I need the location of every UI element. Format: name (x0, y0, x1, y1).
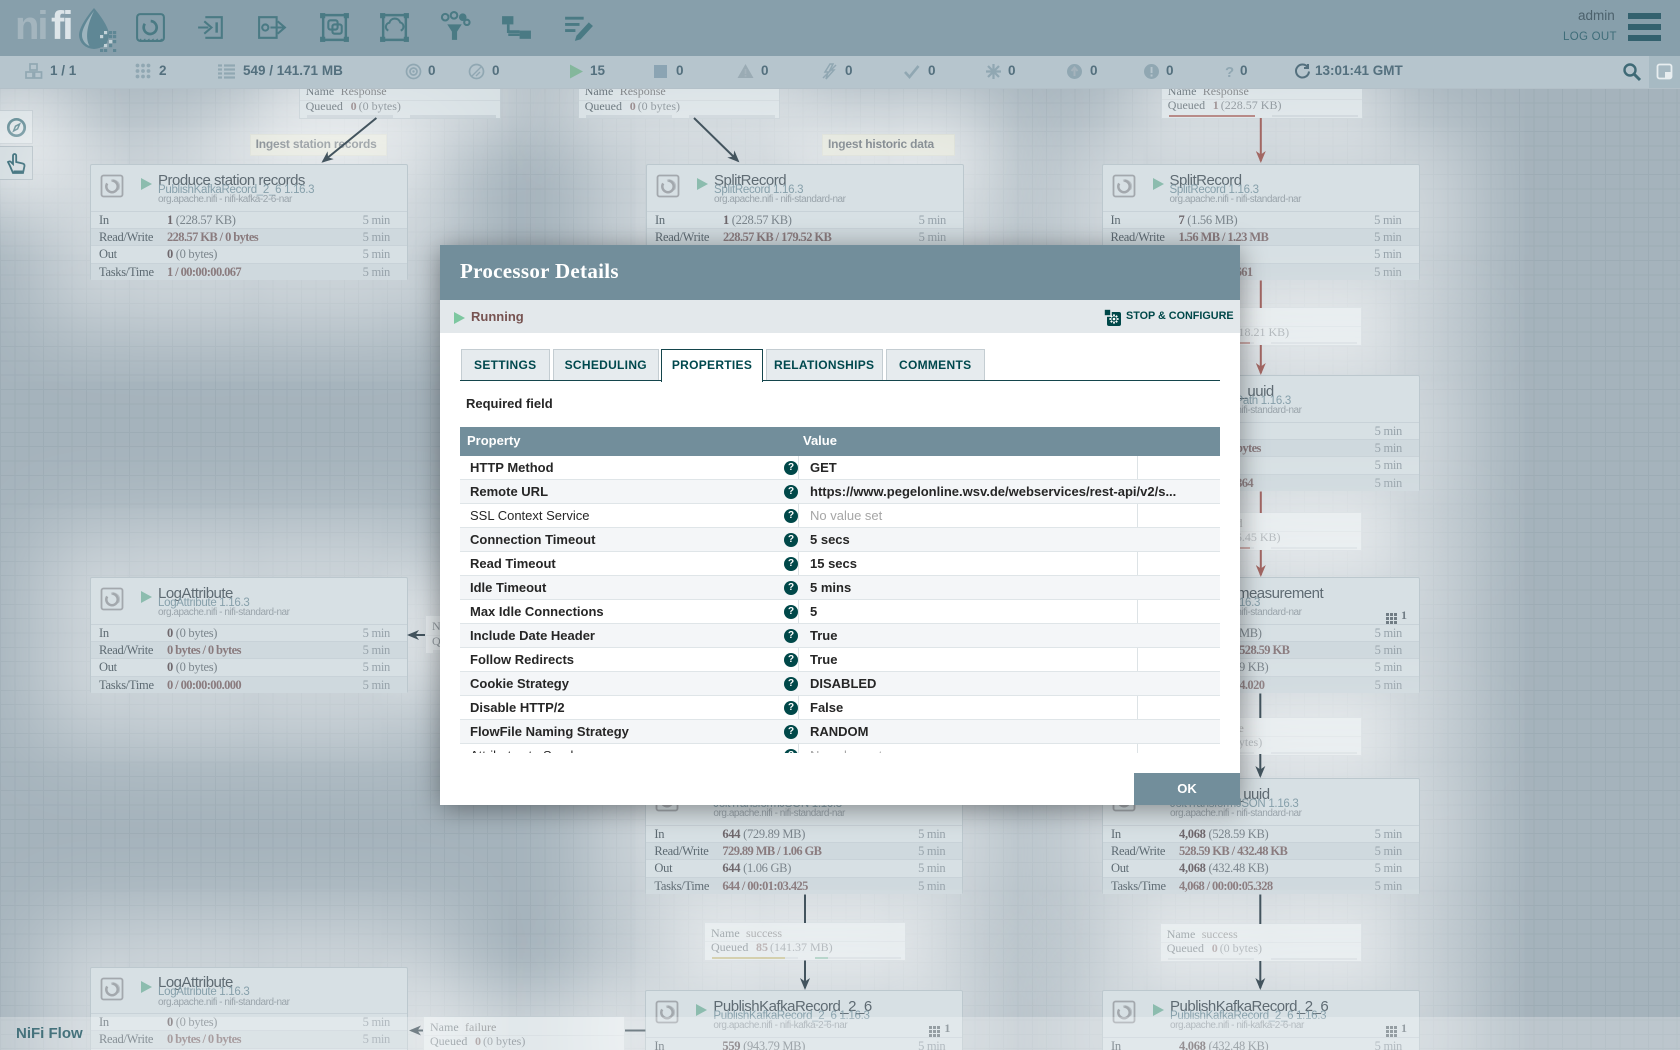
svg-text:?: ? (1225, 64, 1234, 80)
